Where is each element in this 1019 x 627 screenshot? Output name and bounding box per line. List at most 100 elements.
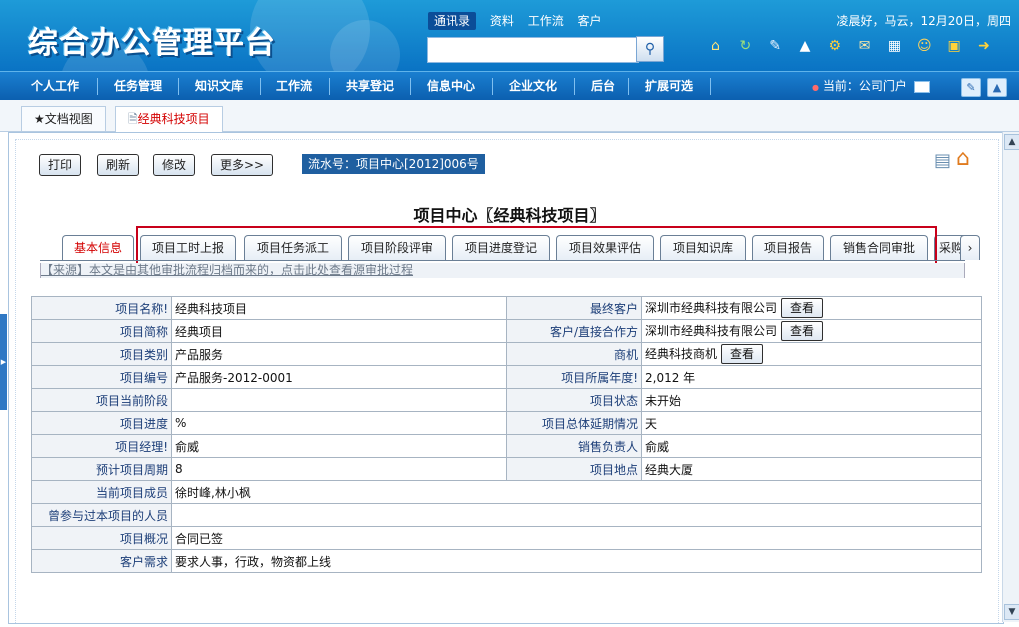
pencil-icon[interactable]: ✎ [961,78,981,97]
table-row: 项目当前阶段 项目状态 未开始 [31,388,982,412]
field-label: 销售负责人 [506,434,642,458]
field-label: 项目简称 [31,319,172,343]
tab-underline [40,260,965,261]
source-notice[interactable]: 【来源】本文是由其他审批流程归档而来的，点击此处查看源审批过程 [40,263,965,278]
page-title: 项目中心〖经典科技项目〗 [413,206,606,225]
search-input[interactable] [427,37,639,63]
top-icon-bar: ⌂ ↻ ✎ ▲ ⚙ ✉ ▦ ☺ ▣ ➜ [707,38,1001,55]
field-label: 项目状态 [506,388,642,412]
table-row: 项目编号 产品服务-2012-0001 项目所属年度! 2,012 年 [31,365,982,389]
field-label: 项目经理! [31,434,172,458]
tab-scroll-right-icon[interactable]: › [960,235,980,260]
search-link-customers[interactable]: 客户 [578,14,602,28]
table-row: 预计项目周期 8 项目地点 经典大厦 [31,457,982,481]
nav-divider [260,78,261,95]
field-value: 2,012 年 [645,370,696,385]
field-value: 经典大厦 [645,462,694,477]
document-export-icon[interactable]: ▤ [934,150,951,171]
field-value: 8 [171,457,507,481]
view-button[interactable]: 查看 [781,298,824,318]
field-value: 合同已签 [171,526,982,550]
collapse-up-icon[interactable]: ▲ [987,78,1007,97]
field-value-cell: 深圳市经典科技有限公司 查看 [641,319,982,343]
field-label: 当前项目成员 [31,480,172,504]
app-logo: 综合办公管理平台 [28,26,276,61]
table-row: 客户需求 要求人事，行政，物资都上线 [31,549,982,573]
edit-button[interactable]: 修改 [153,154,196,176]
current-portal-label: 当前：公司门户 [822,79,907,93]
field-label: 最终客户 [506,296,642,320]
nav-divider [97,78,98,95]
nav-extensions[interactable]: 扩展可选 [645,72,693,101]
nav-personal-work[interactable]: 个人工作 [31,72,79,101]
sidebar-toggle-handle[interactable]: ▶ [0,314,7,410]
home-icon[interactable]: ⌂ [956,146,970,171]
nav-knowledge-library[interactable]: 知识文库 [195,72,243,101]
monitor-icon [913,80,930,93]
view-button[interactable]: 查看 [721,344,764,364]
document-tab-bar: ★文档视图 🗎经典科技项目 [0,100,1019,132]
tab-project-doc-label: 经典科技项目 [137,112,210,126]
user-icon[interactable]: ☺ [916,38,933,55]
serial-number: 流水号：项目中心[2012]006号 [302,154,485,174]
field-value: 经典科技商机 [645,347,718,361]
edit-icon[interactable]: ✎ [767,38,784,55]
print-button[interactable]: 打印 [39,154,82,176]
mail-icon[interactable]: ✉ [856,38,873,55]
nav-info-center[interactable]: 信息中心 [427,72,475,101]
greeting-text: 凌晨好，马云，12月20日，周四 [836,14,1011,28]
view-button[interactable]: 查看 [781,321,824,341]
scroll-down-icon[interactable]: ▼ [1004,604,1019,620]
search-icon[interactable]: ⚲ [636,36,664,62]
field-value-cell: 经典科技商机 查看 [641,342,982,366]
field-value: 徐时峰,林小枫 [171,480,982,504]
field-label: 客户/直接合作方 [506,319,642,343]
field-label: 项目概况 [31,526,172,550]
home-icon[interactable]: ⌂ [707,38,724,55]
field-value-cell: 俞威 [641,434,982,458]
field-label: 曾参与过本项目的人员 [31,503,172,527]
search-link-contacts[interactable]: 通讯录 [428,12,477,30]
tab-project-doc[interactable]: 🗎经典科技项目 [115,106,223,132]
tab-document-view[interactable]: ★文档视图 [21,106,106,131]
tab-basic-info[interactable]: 基本信息 [62,235,134,260]
search-link-workflow[interactable]: 工作流 [528,14,564,28]
main-nav: 个人工作 任务管理 知识文库 工作流 共享登记 信息中心 企业文化 后台 扩展可… [0,71,1019,101]
nav-divider [710,78,711,95]
field-value: 经典科技项目 [171,296,507,320]
current-portal[interactable]: ● 当前：公司门户 [812,72,930,102]
field-label: 项目编号 [31,365,172,389]
settings-icon[interactable]: ⚙ [826,38,843,55]
nav-task-management[interactable]: 任务管理 [114,72,162,101]
more-button[interactable]: 更多>> [211,154,274,176]
calendar-icon[interactable]: ▦ [886,38,903,55]
search-category-links: 通讯录 资料 工作流 客户 [428,12,612,30]
field-value: 天 [645,416,658,431]
nav-corporate-culture[interactable]: 企业文化 [509,72,557,101]
search-link-docs[interactable]: 资料 [490,14,514,28]
scroll-up-icon[interactable]: ▲ [1004,134,1019,150]
source-link[interactable]: 【来源】本文是由其他审批流程归档而来的，点击此处查看源审批过程 [41,263,413,277]
table-row: 当前项目成员 徐时峰,林小枫 [31,480,982,504]
field-label: 项目类别 [31,342,172,366]
table-row: 项目经理! 俞威 销售负责人 俞威 [31,434,982,458]
refresh-button[interactable]: 刷新 [97,154,140,176]
shirt-icon[interactable]: ▲ [796,38,813,55]
field-label: 项目名称! [31,296,172,320]
field-value-cell: 未开始 [641,388,982,412]
field-value: % [171,411,507,435]
nav-divider [574,78,575,95]
document-icon: 🗎 [128,112,138,126]
nav-workflow[interactable]: 工作流 [276,72,312,101]
field-label: 预计项目周期 [31,457,172,481]
field-value: 俞威 [645,439,670,454]
nav-shared-registry[interactable]: 共享登记 [346,72,394,101]
table-row: 项目名称! 经典科技项目 最终客户 深圳市经典科技有限公司 查看 [31,296,982,320]
exit-icon[interactable]: ➜ [975,38,992,55]
nav-backend[interactable]: 后台 [591,72,615,101]
field-value [171,388,507,412]
note-icon[interactable]: ▣ [946,38,963,55]
refresh-icon[interactable]: ↻ [737,38,754,55]
table-row: 曾参与过本项目的人员 [31,503,982,527]
field-label: 客户需求 [31,549,172,573]
